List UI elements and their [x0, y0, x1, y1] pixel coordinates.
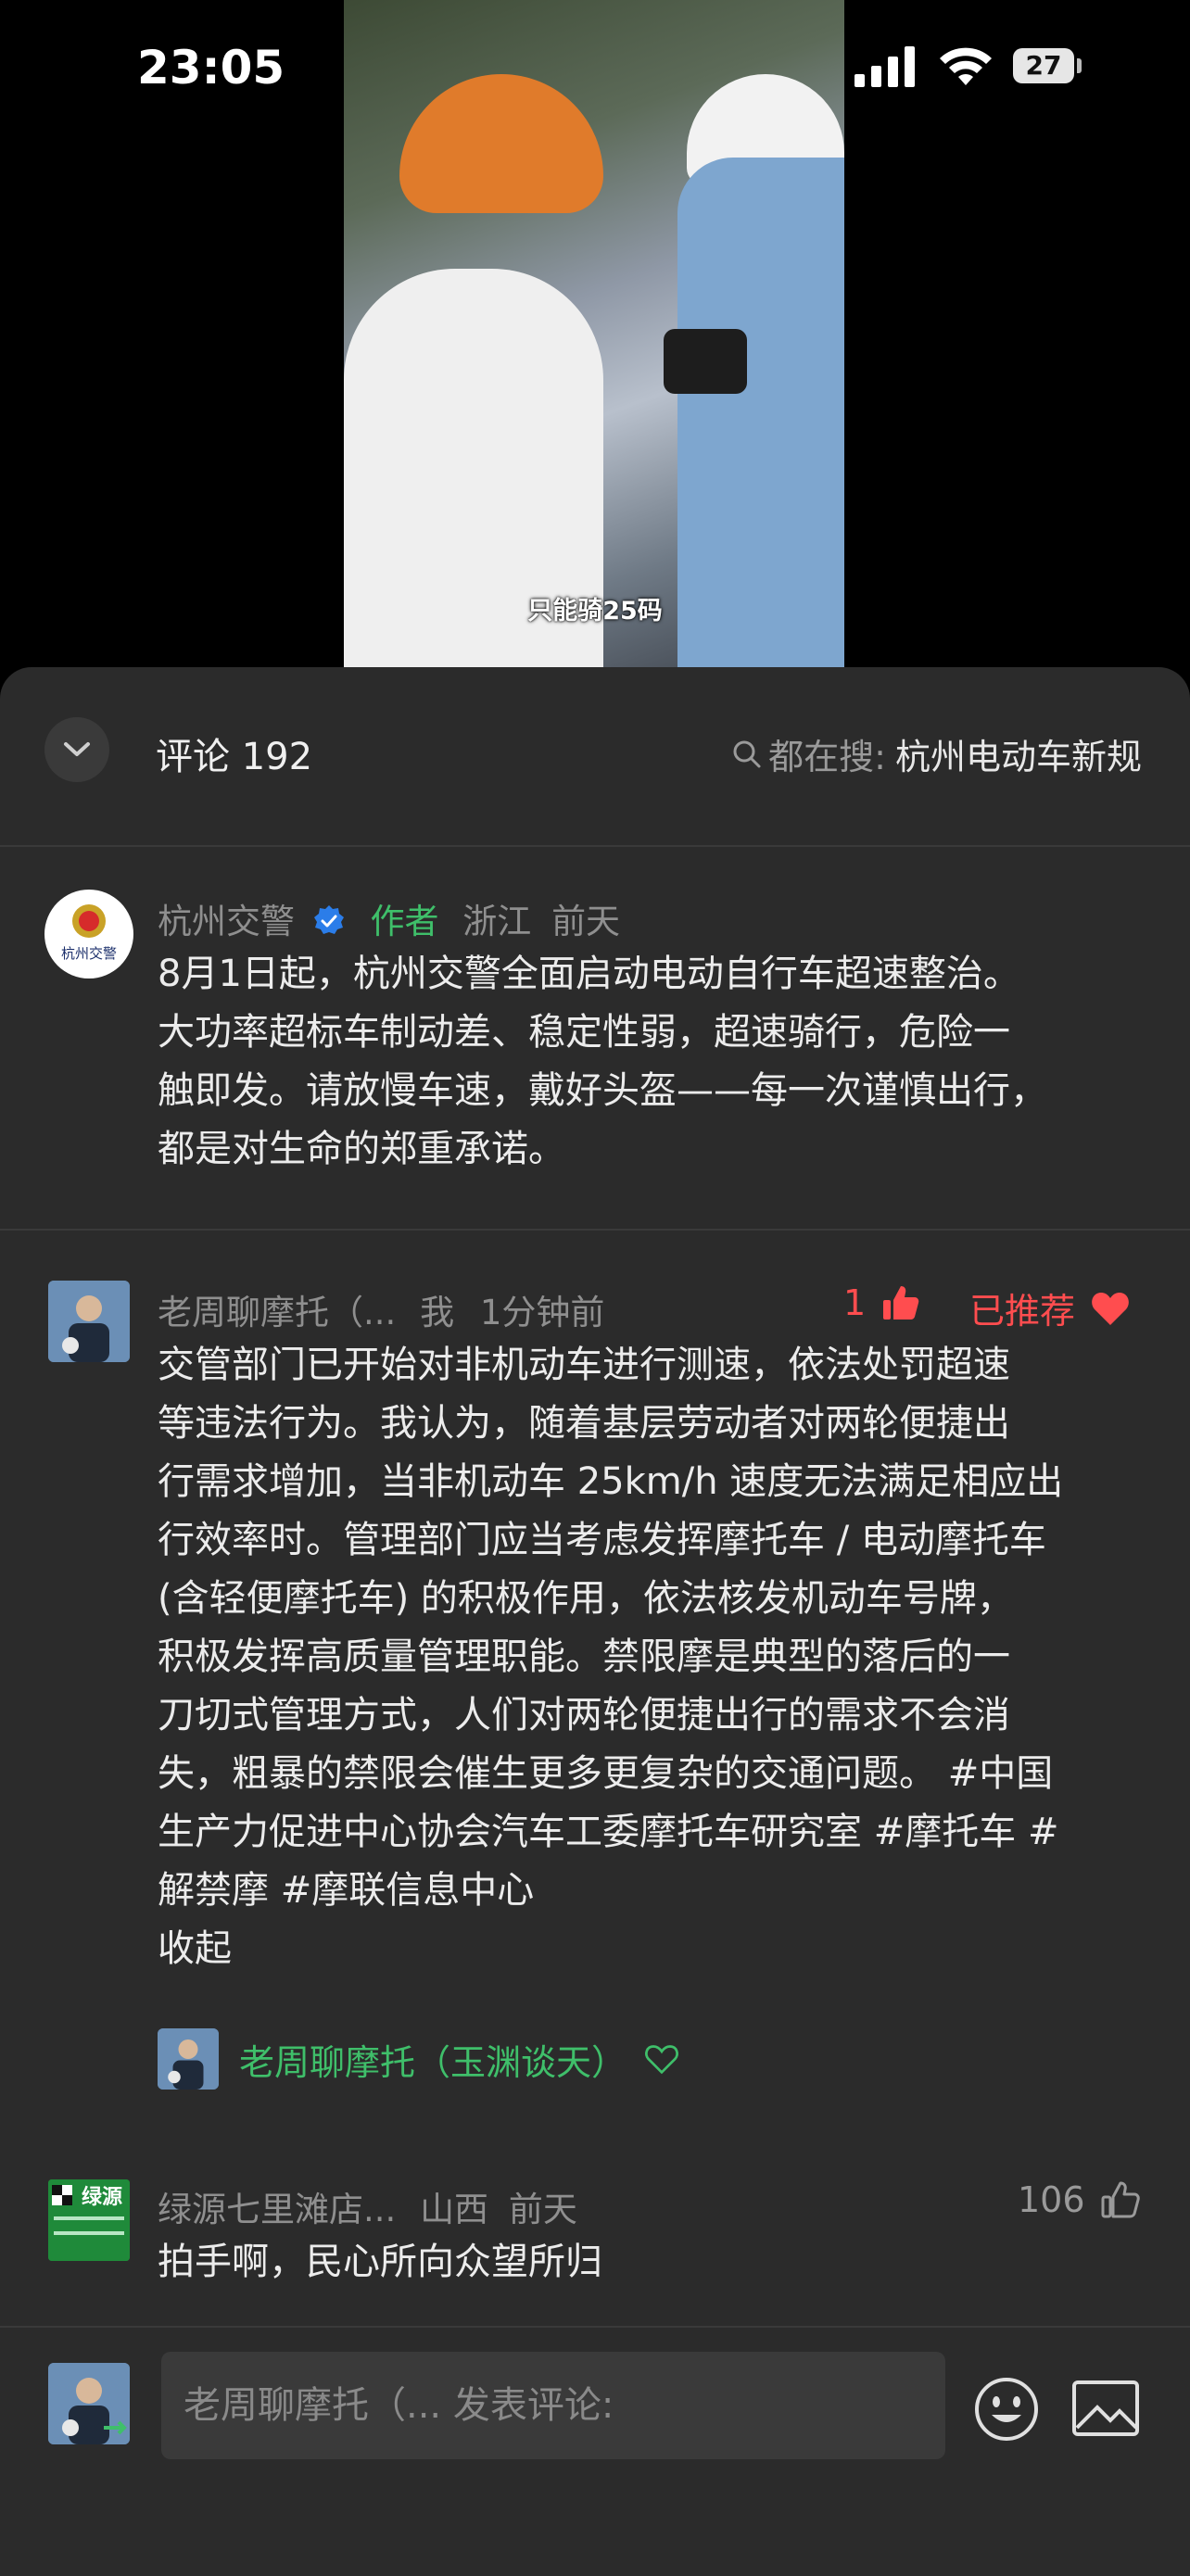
comment-time: 前天 [551, 902, 621, 941]
comment-line: 生产力促进中心协会汽车工委摩托车研究室 #摩托车 # [158, 1811, 1059, 1853]
comment-body[interactable]: 交管部门已开始对非机动车进行测速，依法处罚超速 等违法行为。我认为，随着基层劳动… [158, 1336, 1063, 1978]
brand-logo-icon: 绿源 [48, 2179, 130, 2261]
avatar-label: 杭州交警 [61, 945, 117, 962]
comment-line: 拍手啊，民心所向众望所归 [158, 2241, 602, 2283]
comment-input-bar: 老周聊摩托（... 发表评论: [0, 2326, 1190, 2576]
comment-count-title: 评论 192 [156, 736, 313, 778]
helmet-shape [399, 74, 603, 213]
comment-time: 1分钟前 [479, 1293, 605, 1332]
avatar [158, 2028, 219, 2090]
comment-panel: 评论 192 都在搜: 杭州电动车新规 杭州交警 杭州交警 作者 浙江 前天 8… [0, 667, 1190, 2576]
comment-location: 山西 [420, 2190, 489, 2229]
comment-line: 行需求增加，当非机动车 25km/h 速度无法满足相应出 [158, 1460, 1064, 1503]
chevron-down-icon [64, 742, 90, 756]
comment-line: 解禁摩 #摩联信息中心 [158, 1869, 535, 1912]
like-button[interactable]: 1 [843, 1282, 921, 1323]
status-time: 23:05 [137, 41, 285, 95]
comment-line: 触即发。请放慢车速，戴好头盔——每一次谨慎出行， [158, 1069, 1047, 1112]
pinned-divider [0, 1229, 1190, 1231]
header-divider [0, 845, 1190, 847]
avatar[interactable]: 杭州交警 [44, 890, 133, 979]
comment-line: 刀切式管理方式，人们对两轮便捷出行的需求不会消 [158, 1694, 1010, 1736]
like-button[interactable]: 106 [1018, 2179, 1141, 2220]
author-tag: 作者 [370, 902, 439, 941]
battery-cap [1077, 58, 1082, 73]
comment-line: 行效率时。管理部门应当考虑发挥摩托车 / 电动摩托车 [158, 1519, 1046, 1561]
emoji-icon[interactable] [973, 2376, 1040, 2443]
search-icon [733, 740, 761, 767]
image-picker-icon[interactable] [1071, 2380, 1140, 2437]
reply-username[interactable]: 老周聊摩托（玉渊谈天） [239, 2034, 627, 2085]
cellular-signal-icon [855, 46, 915, 87]
recommended-label: 已推荐 [969, 1291, 1076, 1332]
comment-line: 8月1日起，杭州交警全面启动电动自行车超速整治。 [158, 953, 1020, 995]
author-reply-row[interactable]: 老周聊摩托（玉渊谈天） [158, 2028, 680, 2090]
heart-outline-icon [645, 2045, 678, 2075]
comment-line: 大功率超标车制动差、稳定性弱，超速骑行，危险一 [158, 1011, 1010, 1054]
thumbs-up-filled-icon [883, 1286, 919, 1320]
comment-body[interactable]: 拍手啊，民心所向众望所归 [158, 2233, 602, 2292]
avatar[interactable] [48, 2363, 130, 2444]
like-count: 1 [843, 1282, 867, 1323]
comment-input[interactable]: 老周聊摩托（... 发表评论: [161, 2352, 945, 2459]
video-frame[interactable] [344, 0, 844, 667]
video-caption: 只能骑25码 [527, 597, 663, 625]
user-photo-icon [48, 2363, 130, 2444]
avatar[interactable]: 绿源 [48, 2179, 130, 2261]
comment-panel-header: 评论 192 都在搜: 杭州电动车新规 [0, 667, 1190, 843]
user-photo-icon [48, 1281, 130, 1362]
comment-line: 积极发挥高质量管理职能。禁限摩是典型的落后的一 [158, 1635, 1010, 1678]
comment-username[interactable]: 老周聊摩托（... [158, 1293, 396, 1332]
collapse-button[interactable] [44, 717, 109, 782]
comment-location: 浙江 [462, 902, 532, 941]
wifi-icon [940, 47, 992, 85]
comment-line: 失，粗暴的禁限会催生更多更复杂的交通问题。 #中国 [158, 1752, 1054, 1795]
comment-meta: 杭州交警 作者 浙江 前天 [158, 893, 620, 943]
speed-gun-shape [664, 329, 747, 394]
comment-line: 都是对生命的郑重承诺。 [158, 1128, 565, 1170]
trending-search-link[interactable]: 都在搜: 杭州电动车新规 [731, 728, 1142, 779]
police-emblem-icon: 杭州交警 [61, 904, 117, 962]
me-tag: 我 [420, 1293, 455, 1332]
comment-time: 前天 [508, 2190, 577, 2229]
collapse-link[interactable]: 收起 [158, 1920, 1063, 1978]
comment-username[interactable]: 绿源七里滩店... [158, 2190, 396, 2229]
comment-line: (含轻便摩托车) 的积极作用，依法核发机动车号牌， [158, 1577, 1014, 1620]
comment-line: 等违法行为。我认为，随着基层劳动者对两轮便捷出 [158, 1402, 1010, 1445]
video-player[interactable]: 只能骑25码 [0, 0, 1190, 667]
user-photo-icon [158, 2028, 219, 2090]
search-term[interactable]: 杭州电动车新规 [895, 728, 1142, 779]
battery-indicator: 27 [1013, 48, 1074, 83]
recommended-button[interactable]: 已推荐 [969, 1282, 1131, 1333]
avatar[interactable] [48, 1281, 130, 1362]
comment-meta: 老周聊摩托（... 我 1分钟前 [158, 1284, 604, 1334]
comment-username[interactable]: 杭州交警 [158, 902, 295, 941]
comment-line: 交管部门已开始对非机动车进行测速，依法处罚超速 [158, 1344, 1010, 1386]
comment-meta: 绿源七里滩店... 山西 前天 [158, 2181, 577, 2231]
thumbs-up-outline-icon [1101, 2181, 1140, 2218]
like-count: 106 [1018, 2179, 1085, 2220]
comment-body[interactable]: 8月1日起，杭州交警全面启动电动自行车超速整治。 大功率超标车制动差、稳定性弱，… [158, 945, 1047, 1179]
avatar-label: 绿源 [82, 2185, 122, 2209]
verified-badge-icon [313, 905, 344, 934]
heart-filled-icon [1092, 1292, 1129, 1325]
search-prefix: 都在搜: [768, 737, 886, 777]
